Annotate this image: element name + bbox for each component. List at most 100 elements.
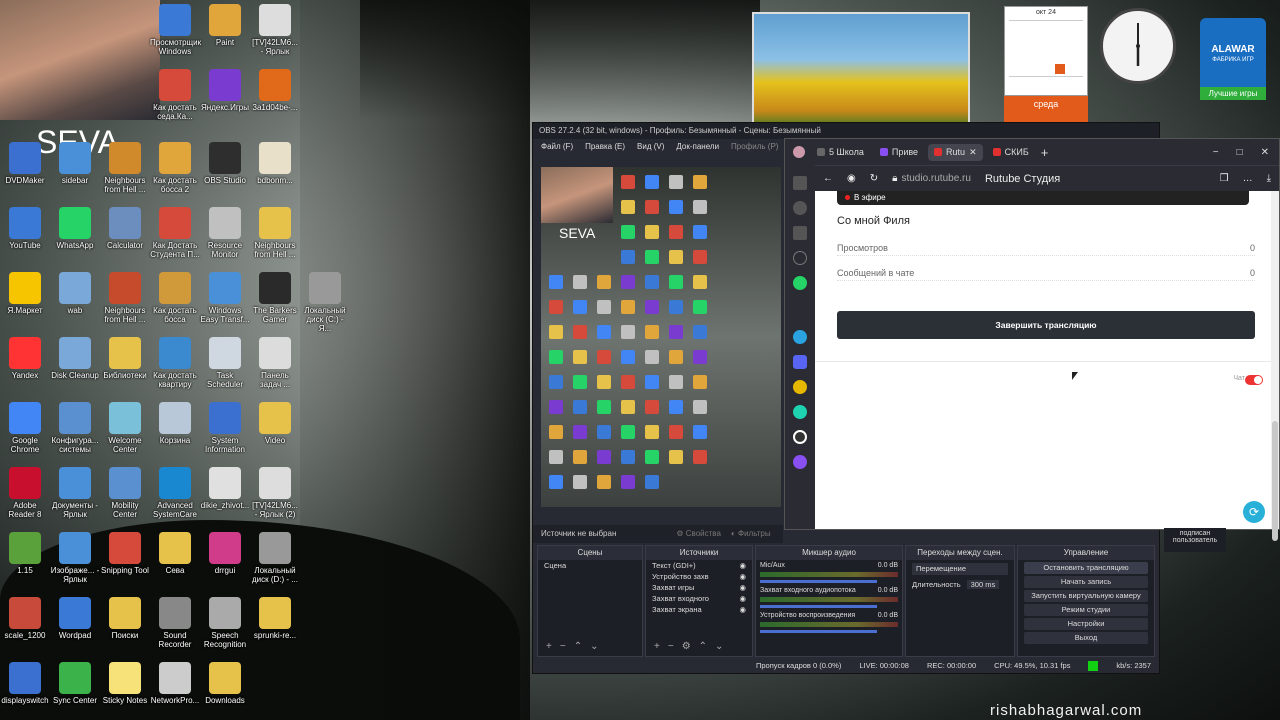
browser-tab[interactable]: 5 Школа (811, 144, 870, 161)
desktop-icon[interactable]: Neighbours from Hell ... (100, 138, 150, 202)
obs-menu-edit[interactable]: Правка (E) (585, 142, 625, 152)
desktop-icon[interactable]: sprunki-re... (250, 593, 300, 657)
desktop-icon[interactable]: [TV]42LM6... - Ярлык (250, 0, 300, 64)
desktop-icon[interactable]: Сева (150, 528, 200, 592)
help-chat-icon[interactable]: ⟳ (1243, 501, 1265, 523)
desktop-icon[interactable]: Sticky Notes (100, 658, 150, 720)
control-button[interactable]: Выход (1024, 632, 1148, 644)
source-item[interactable]: Устройство захв ◉ (646, 571, 752, 582)
control-button[interactable]: Режим студии (1024, 604, 1148, 616)
desktop-icon[interactable]: Документы - Ярлык (50, 463, 100, 527)
desktop-icon[interactable]: System Information (200, 398, 250, 462)
desktop-icon[interactable]: WhatsApp (50, 203, 100, 267)
telegram-icon[interactable] (793, 330, 807, 344)
add-icon[interactable] (793, 251, 807, 265)
desktop-icon[interactable]: Конфигура... системы (50, 398, 100, 462)
desktop-icon[interactable]: Как достать квартиру (150, 333, 200, 397)
desktop-icon[interactable]: Как достать седа.Ка... (150, 65, 200, 129)
apps-icon[interactable] (793, 226, 807, 240)
desktop-icon[interactable]: Mobility Center (100, 463, 150, 527)
new-tab-icon[interactable]: + (1041, 145, 1049, 160)
obs-menu-file[interactable]: Файл (F) (541, 142, 573, 152)
desktop-icon[interactable]: Video (250, 398, 300, 462)
url-text[interactable]: studio.rutube.ru (901, 173, 971, 184)
profile-avatar[interactable] (793, 146, 805, 158)
filters-button[interactable]: ◐ Фильтры (731, 529, 771, 539)
remove-scene-icon[interactable]: − (560, 641, 574, 652)
desktop-icon[interactable]: The Barkers Gamer (250, 268, 300, 332)
volume-slider[interactable] (760, 630, 878, 633)
screenshot-icon[interactable] (793, 176, 807, 190)
desktop-icon[interactable]: Корзина (150, 398, 200, 462)
desktop-icon[interactable]: Adobe Reader 8 (0, 463, 50, 527)
desktop-icon[interactable]: Disk Cleanup (50, 333, 100, 397)
control-button[interactable]: Настройки (1024, 618, 1148, 630)
volume-meter[interactable] (760, 622, 898, 627)
page-scrollbar[interactable] (1271, 191, 1279, 541)
desktop-icon[interactable]: Я.Маркет (0, 268, 50, 332)
desktop-icon[interactable]: NetworkPro... (150, 658, 200, 720)
tab-close-icon[interactable]: ✕ (969, 147, 977, 158)
desktop-icon[interactable]: Speech Recognition (200, 593, 250, 657)
control-button[interactable]: Запустить виртуальную камеру (1024, 590, 1148, 602)
desktop-icon[interactable]: Yandex (0, 333, 50, 397)
scroll-thumb[interactable] (1272, 421, 1278, 541)
desktop-icon[interactable]: scale_1200 (0, 593, 50, 657)
volume-slider[interactable] (760, 605, 878, 608)
source-item[interactable]: Захват экрана ◉ (646, 604, 752, 615)
desktop-icon[interactable]: sidebar (50, 138, 100, 202)
desktop-icon[interactable]: Как достать босса (150, 268, 200, 332)
music-icon[interactable] (793, 405, 807, 419)
obs-menu-docks[interactable]: Док-панели (676, 142, 719, 152)
source-settings-icon[interactable]: ⚙ (682, 641, 699, 652)
browser-tab[interactable]: СКИБ (987, 144, 1035, 161)
visibility-eye-icon[interactable]: ◉ (739, 561, 746, 570)
desktop-icon[interactable]: bdbonm... (250, 138, 300, 202)
desktop-icon[interactable]: displayswitch (0, 658, 50, 720)
browser-tab[interactable]: Rutu ✕ (928, 143, 983, 161)
desktop-icon[interactable]: Task Scheduler (200, 333, 250, 397)
maximize-icon[interactable]: □ (1237, 147, 1243, 158)
control-button[interactable]: Начать запись (1024, 576, 1148, 588)
whatsapp-icon[interactable] (793, 276, 807, 290)
move-up-icon[interactable]: ⌃ (699, 641, 715, 652)
desktop-icon[interactable]: Welcome Center (100, 398, 150, 462)
desktop-icon[interactable]: Локальный диск (C:) - Я... (300, 268, 350, 333)
reload-icon[interactable]: ↻ (870, 173, 878, 184)
desktop-icon[interactable]: Как достать босса 2 (150, 138, 200, 202)
add-source-icon[interactable]: + (654, 641, 668, 652)
desktop-icon[interactable]: Calculator (100, 203, 150, 267)
desktop-icon[interactable]: Paint (200, 0, 250, 64)
visibility-eye-icon[interactable]: ◉ (739, 594, 746, 603)
desktop-icon[interactable]: Как Достать Студента П... (150, 203, 200, 267)
volume-meter[interactable] (760, 597, 898, 602)
obs-preview[interactable]: SEVA (541, 167, 781, 507)
bookmark-icon[interactable]: ❒ (1220, 173, 1229, 184)
alice-icon[interactable] (793, 430, 807, 444)
play-icon[interactable] (793, 201, 807, 215)
source-item[interactable]: Текст (GDI+) ◉ (646, 560, 752, 571)
assistant-icon[interactable] (793, 455, 807, 469)
move-up-icon[interactable]: ⌃ (574, 641, 590, 652)
move-down-icon[interactable]: ⌄ (715, 641, 731, 652)
back-icon[interactable]: ← (823, 173, 833, 184)
desktop-icon[interactable]: Sound Recorder (150, 593, 200, 657)
desktop-icon[interactable]: OBS Studio (200, 138, 250, 202)
desktop-icon[interactable]: dikie_zhivot... (200, 463, 250, 527)
visibility-eye-icon[interactable]: ◉ (739, 572, 746, 581)
desktop-icon[interactable]: drrgui (200, 528, 250, 592)
desktop-icon[interactable]: Sync Center (50, 658, 100, 720)
volume-slider[interactable] (760, 580, 878, 583)
obs-menu-profile[interactable]: Профиль (P) (731, 142, 778, 152)
desktop-icon[interactable]: DVDMaker (0, 138, 50, 202)
desktop-icon[interactable]: [TV]42LM6... - Ярлык (2) (250, 463, 300, 527)
remove-source-icon[interactable]: − (668, 641, 682, 652)
properties-button[interactable]: ⚙ Свойства (676, 529, 721, 539)
source-item[interactable]: Захват игры ◉ (646, 582, 752, 593)
close-icon[interactable]: ✕ (1261, 147, 1269, 158)
desktop-icon[interactable]: Поиски (100, 593, 150, 657)
visibility-eye-icon[interactable]: ◉ (739, 605, 746, 614)
more-icon[interactable]: … (1243, 173, 1253, 184)
chat-toggle[interactable] (1245, 375, 1263, 385)
desktop-icon[interactable]: Google Chrome (0, 398, 50, 462)
